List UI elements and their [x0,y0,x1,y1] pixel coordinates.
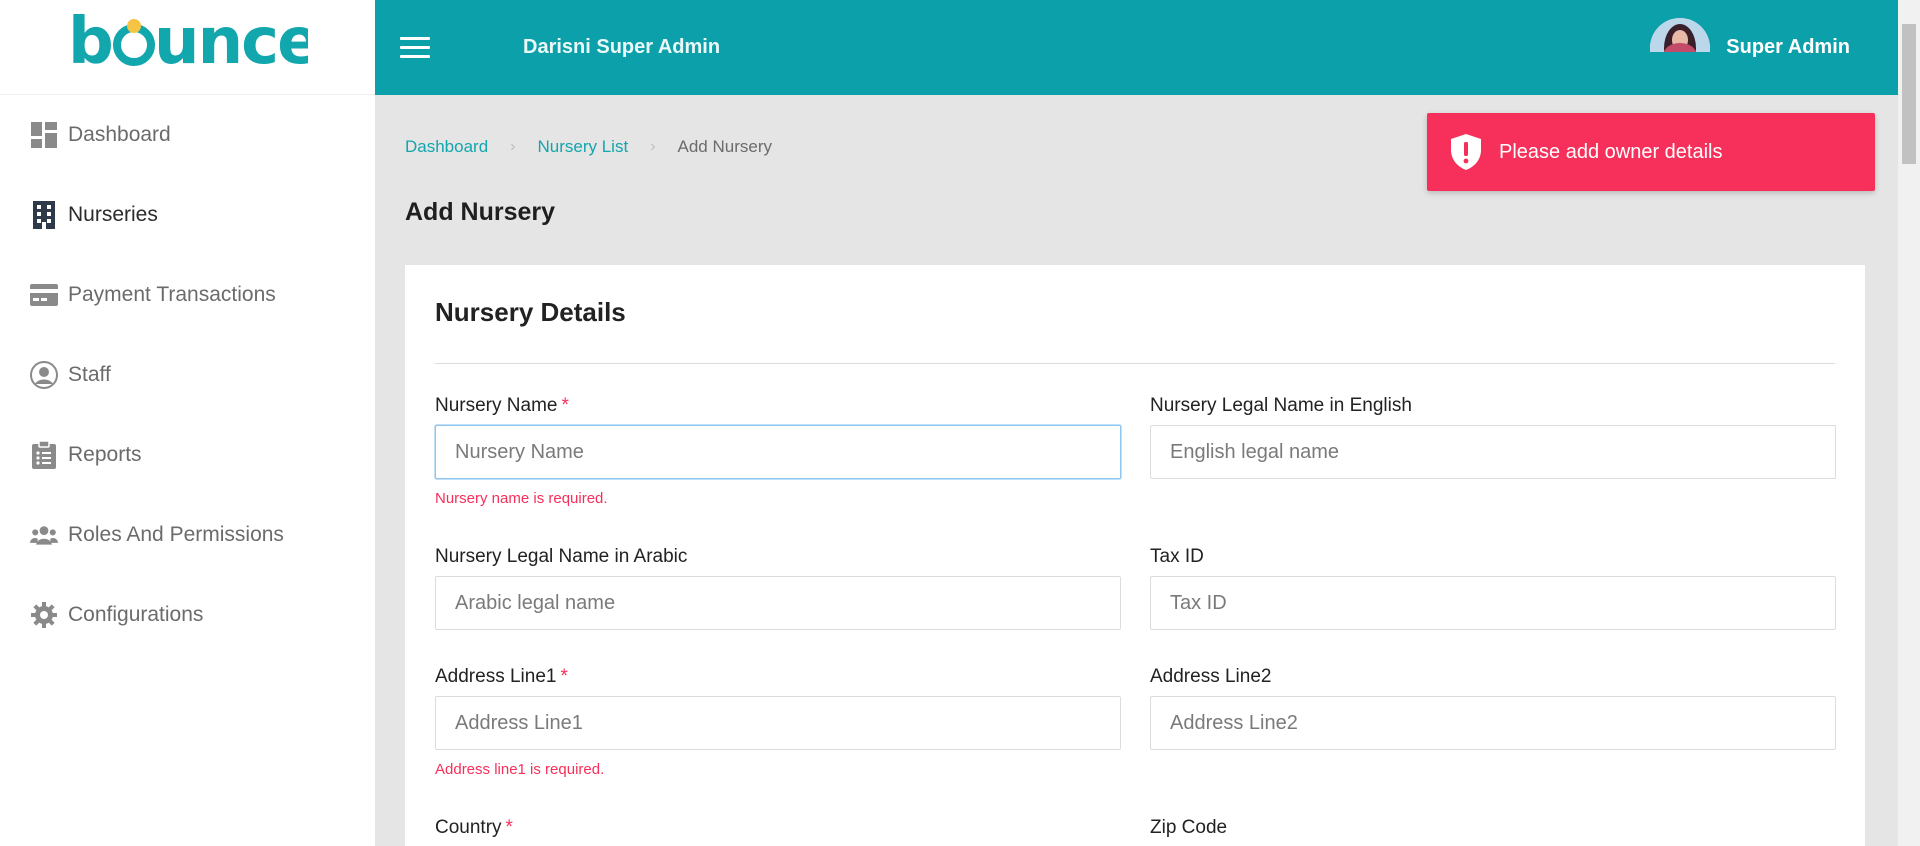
field-label: Tax ID [1150,546,1204,567]
breadcrumb-nursery-list-link[interactable]: Nursery List [538,137,629,157]
sidebar-item-nurseries[interactable]: Nurseries [0,175,375,255]
user-menu[interactable]: Super Admin [1650,17,1850,65]
legal-name-arabic-field: Nursery Legal Name in Arabic [435,546,1121,630]
country-field: Country * [435,817,1121,841]
nursery-name-label: Nursery Name [435,395,558,416]
field-label: Nursery Name * [435,395,1121,419]
sidebar-item-label: Payment Transactions [68,283,276,306]
nursery-name-error: Nursery name is required. [435,490,608,507]
field-label: Country * [435,817,1121,841]
address-line1-label: Address Line1 [435,666,557,687]
country-label: Country [435,817,502,838]
logo-area: b unce [0,0,375,95]
required-marker: * [505,817,513,838]
sidebar-item-label: Configurations [68,603,204,626]
address-line1-field: Address Line1* Address line1 is required… [435,666,1121,778]
clipboard-list-icon [30,441,58,469]
dashboard-icon [30,121,58,149]
breadcrumb: Dashboard › Nursery List › Add Nursery [405,137,772,157]
app-title: Darisni Super Admin [523,36,721,58]
hamburger-line [400,46,430,49]
address-line1-error: Address line1 is required. [435,761,605,778]
nursery-name-input[interactable] [435,425,1121,479]
credit-card-icon [30,281,58,309]
sidebar-item-dashboard[interactable]: Dashboard [0,95,375,175]
field-label: Nursery Legal Name in English [1150,395,1412,416]
main-content: Dashboard › Nursery List › Add Nursery A… [375,95,1898,846]
users-group-icon [30,521,58,549]
sidebar-item-label: Reports [68,443,142,466]
sidebar-item-label: Roles And Permissions [68,523,284,546]
building-icon [30,201,58,229]
breadcrumb-current: Add Nursery [677,137,772,156]
svg-text:b: b [68,7,112,77]
menu-toggle-button[interactable] [400,37,430,58]
chevron-right-icon: › [510,138,516,155]
address-line2-field: Address Line2 [1150,666,1836,750]
chevron-right-icon: › [650,138,656,155]
bounce-logo[interactable]: b unce [68,5,320,88]
sidebar: b unce Dashboard Nurseries Payment Trans… [0,0,375,846]
hamburger-line [400,37,430,40]
avatar[interactable] [1650,17,1711,52]
address-line1-input[interactable] [435,696,1121,750]
page-scrollbar[interactable] [1898,0,1920,846]
top-header: Darisni Super Admin Super Admin [375,0,1898,95]
sidebar-item-staff[interactable]: Staff [0,335,375,415]
bounce-logo-mark: b unce [68,5,320,79]
section-title: Nursery Details [435,297,626,327]
sidebar-nav: Dashboard Nurseries Payment Transactions… [0,95,375,655]
required-marker: * [561,395,569,416]
required-marker: * [560,666,568,687]
sidebar-item-label: Staff [68,363,111,386]
sidebar-item-configurations[interactable]: Configurations [0,575,375,655]
toast-message: Please add owner details [1499,140,1723,163]
error-toast[interactable]: Please add owner details [1427,113,1875,191]
field-label: Nursery Legal Name in Arabic [435,546,688,567]
user-circle-icon [30,361,58,389]
shield-alert-icon [1451,134,1481,170]
tax-id-field: Tax ID [1150,546,1836,630]
gear-icon [30,601,58,629]
hamburger-line [400,55,430,58]
field-label: Address Line2 [1150,666,1272,687]
scrollbar-thumb[interactable] [1902,24,1916,164]
divider [435,363,1835,364]
breadcrumb-dashboard-link[interactable]: Dashboard [405,137,488,157]
address-line2-input[interactable] [1150,696,1836,750]
nursery-name-field: Nursery Name* Nursery name is required. [435,395,1121,507]
sidebar-item-label: Dashboard [68,123,171,146]
legal-name-arabic-input[interactable] [435,576,1121,630]
sidebar-item-reports[interactable]: Reports [0,415,375,495]
legal-name-english-input[interactable] [1150,425,1836,479]
nursery-details-card: Nursery Details Nursery Name * Nursery na… [405,265,1865,846]
svg-text:unce: unce [154,7,308,77]
user-name: Super Admin [1726,36,1850,58]
tax-id-input[interactable] [1150,576,1836,630]
sidebar-item-payment-transactions[interactable]: Payment Transactions [0,255,375,335]
sidebar-item-label: Nurseries [68,203,158,226]
zip-code-field: Zip Code [1150,817,1836,841]
field-label: Address Line1 * [435,666,1121,690]
field-label: Zip Code [1150,817,1228,838]
legal-name-english-field: Nursery Legal Name in English [1150,395,1836,479]
page-title: Add Nursery [405,198,556,226]
sidebar-item-roles-and-permissions[interactable]: Roles And Permissions [0,495,375,575]
